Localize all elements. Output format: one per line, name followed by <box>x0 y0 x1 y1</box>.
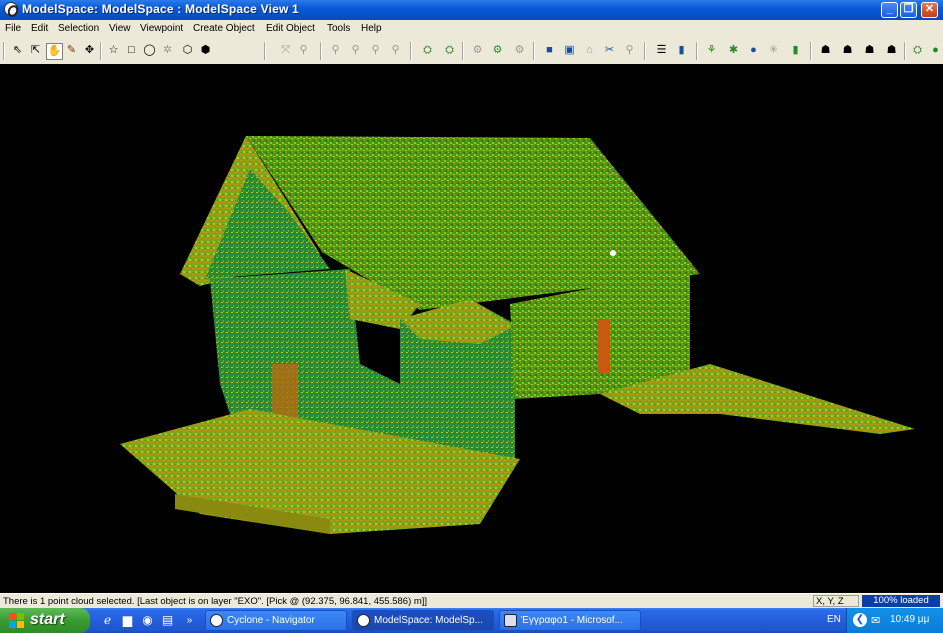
ie-icon[interactable]: ℯ <box>100 613 115 628</box>
measure-icon[interactable]: ⌂ <box>582 43 597 58</box>
cube-icon[interactable]: ⬢ <box>198 43 213 58</box>
toolbar-separator <box>100 42 102 60</box>
menu-selection[interactable]: Selection <box>58 23 99 34</box>
start-button[interactable]: start <box>0 608 90 633</box>
load-progress: 100% loaded <box>862 595 940 607</box>
pan-hand-icon[interactable]: ✋ <box>46 43 63 60</box>
title-bar: ModelSpace: ModelSpace : ModelSpace View… <box>0 0 943 20</box>
menu-file[interactable]: File <box>5 23 21 34</box>
menu-edit[interactable]: Edit <box>31 23 48 34</box>
globe-icon[interactable]: ✱ <box>726 43 741 58</box>
move-cross-icon[interactable]: ✥ <box>82 43 97 58</box>
language-indicator[interactable]: EN <box>827 614 841 625</box>
layers-icon[interactable]: ⚙ <box>512 43 527 58</box>
word-icon <box>504 614 517 627</box>
zoom-out-icon[interactable]: ⚲ <box>328 43 343 58</box>
toolbar-separator <box>320 42 322 60</box>
menu-viewpoint[interactable]: Viewpoint <box>140 23 183 34</box>
menu-edit-object[interactable]: Edit Object <box>266 23 315 34</box>
desktop-icon[interactable]: ▤ <box>160 613 175 628</box>
cyclone-icon <box>357 614 370 627</box>
task-label: Cyclone - Navigator <box>227 615 315 626</box>
toolbar-separator <box>264 42 266 60</box>
toolbar-separator <box>644 42 646 60</box>
toolbar: ⇖ ⇱ ✋ ✎ ✥ ☆ □ ◯ ✲ ⬡ ⬢ ⤧ ⚲ ⚲ ⚲ ⚲ ⚲ ⛭ ⛭ ⚙ … <box>0 38 943 65</box>
task-word-document[interactable]: Έγγραφο1 - Microsof... <box>499 610 641 631</box>
status-bar: There is 1 point cloud selected. [Last o… <box>0 593 943 609</box>
close-button[interactable]: ✕ <box>921 2 938 18</box>
minimize-button[interactable]: _ <box>881 2 898 18</box>
maximize-button[interactable]: ❐ <box>900 2 917 18</box>
quick-launch-overflow[interactable]: » <box>182 613 197 628</box>
select-tag-icon[interactable]: ☰ <box>654 43 669 58</box>
coord-mode[interactable]: X, Y, Z <box>813 595 859 607</box>
dim-icon[interactable]: ● <box>746 43 761 58</box>
camera-a-icon[interactable]: ▮ <box>788 43 803 58</box>
orbit-2-icon[interactable]: ⛭ <box>420 43 435 58</box>
zoom-window-icon[interactable]: ⚲ <box>348 43 363 58</box>
toolbar-separator <box>410 42 412 60</box>
app-icon[interactable] <box>4 2 18 16</box>
menu-bar: File Edit Selection View Viewpoint Creat… <box>0 20 943 39</box>
start-label: start <box>30 611 65 628</box>
zoom-prev-icon[interactable]: ⚲ <box>368 43 383 58</box>
star-icon[interactable]: ✲ <box>160 43 175 58</box>
zoom-in-icon[interactable]: ⚲ <box>296 43 311 58</box>
menu-create-object[interactable]: Create Object <box>193 23 255 34</box>
grid-icon[interactable]: ⚘ <box>704 43 719 58</box>
eraser-icon[interactable]: ⬡ <box>180 43 195 58</box>
menu-tools[interactable]: Tools <box>327 23 350 34</box>
pencil-icon[interactable]: ✎ <box>64 43 79 58</box>
folder-icon[interactable]: ▆ <box>120 613 135 628</box>
toolbar-separator <box>533 42 535 60</box>
menu-view[interactable]: View <box>109 23 131 34</box>
toolbar-separator <box>462 42 464 60</box>
door <box>598 319 610 374</box>
point-cloud-render <box>120 136 915 534</box>
windows-logo-icon <box>9 613 24 628</box>
paste-icon[interactable]: ▣ <box>562 43 577 58</box>
toolbar-separator <box>3 42 5 60</box>
rotate-3-icon[interactable]: ⚙ <box>490 43 505 58</box>
window-title: ModelSpace: ModelSpace : ModelSpace View… <box>22 2 299 16</box>
taskbar: start ℯ ▆ ◉ ▤ » Cyclone - Navigator Mode… <box>0 608 943 633</box>
cyclone-icon <box>210 614 223 627</box>
settings-icon[interactable]: ☗ <box>884 43 899 58</box>
toolbar-separator <box>696 42 698 60</box>
levels-icon[interactable]: ⚲ <box>622 43 637 58</box>
task-label: Έγγραφο1 - Microsof... <box>521 615 623 626</box>
search-icon[interactable]: ✂ <box>602 43 617 58</box>
copy-icon[interactable]: ■ <box>542 43 557 58</box>
status-dot-icon[interactable]: ● <box>928 43 943 58</box>
menu-help[interactable]: Help <box>361 23 382 34</box>
select-add-icon[interactable]: ⇱ <box>28 43 43 58</box>
rotate-2-icon[interactable]: ⚙ <box>470 43 485 58</box>
media-icon[interactable]: ◉ <box>140 613 155 628</box>
polygon-fence-icon[interactable]: ☆ <box>106 43 121 58</box>
camera-c-icon[interactable]: ☗ <box>840 43 855 58</box>
clock: 10:49 μμ <box>890 614 930 625</box>
rotate-icon[interactable]: ⛭ <box>442 43 457 58</box>
toolbar-separator <box>810 42 812 60</box>
status-dot-icon[interactable]: ⛭ <box>910 43 925 58</box>
orbit-icon[interactable]: ⚲ <box>388 43 403 58</box>
task-cyclone-navigator[interactable]: Cyclone - Navigator <box>205 610 347 631</box>
circle-fence-icon[interactable]: ◯ <box>142 43 157 58</box>
status-message: There is 1 point cloud selected. [Last o… <box>3 596 428 607</box>
register-icon[interactable]: ✳ <box>766 43 781 58</box>
model-viewport[interactable] <box>0 64 943 593</box>
task-label: ModelSpace: ModelSp... <box>374 615 483 626</box>
fit-icon[interactable]: ⤧ <box>278 43 293 58</box>
axis-icon[interactable]: ▮ <box>674 43 689 58</box>
pick-point <box>610 250 616 256</box>
camera-b-icon[interactable]: ☗ <box>818 43 833 58</box>
select-arrow-icon[interactable]: ⇖ <box>10 43 25 58</box>
camera-d-icon[interactable]: ☗ <box>862 43 877 58</box>
tray-chevron-icon[interactable]: ❮ <box>853 613 867 627</box>
task-modelspace[interactable]: ModelSpace: ModelSp... <box>352 610 494 631</box>
rectangle-fence-icon[interactable]: □ <box>124 43 139 58</box>
mail-icon[interactable]: ✉ <box>871 614 880 627</box>
toolbar-separator <box>904 42 906 60</box>
